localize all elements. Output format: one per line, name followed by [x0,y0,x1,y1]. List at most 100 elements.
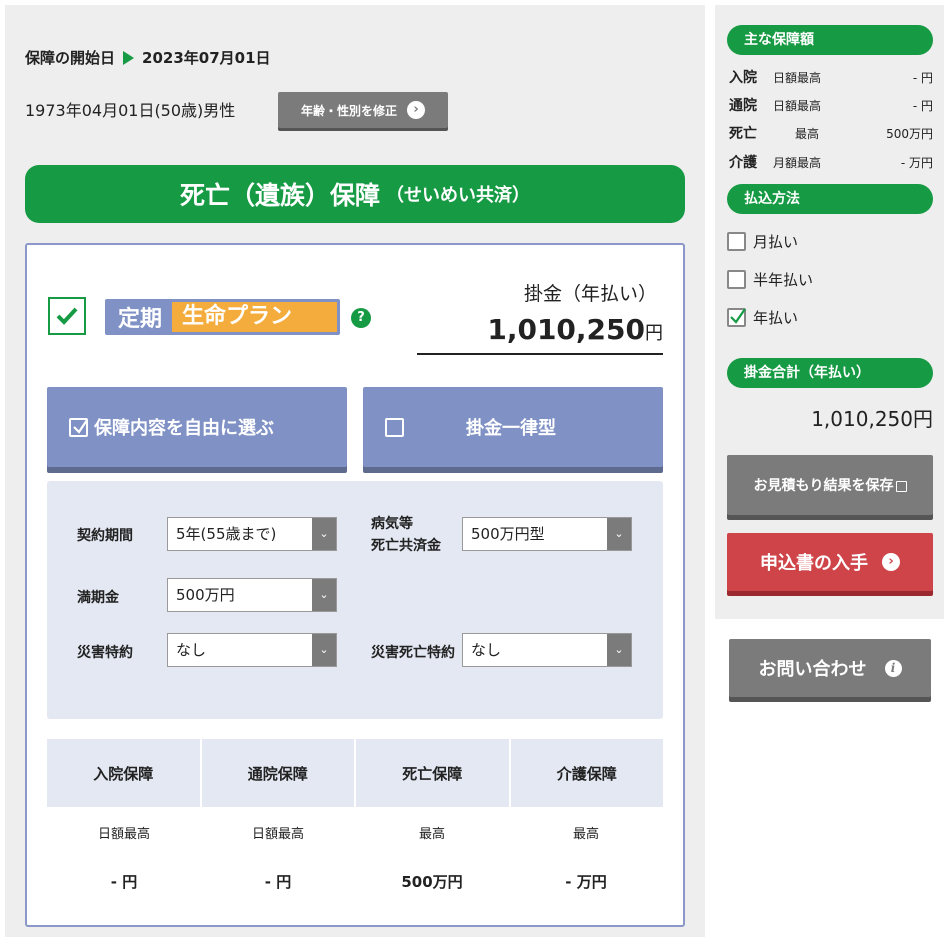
disaster-label: 災害特約 [77,645,133,661]
premium-underline [417,353,663,355]
coverage-header: 入院保障 通院保障 死亡保障 介護保障 [47,739,663,807]
main-coverage-title: 主な保障額 [727,25,933,55]
illness-label-line1: 病気等 [371,516,413,532]
check-icon [56,307,78,325]
coverage-header-cell: 通院保障 [201,739,354,807]
plan-type: 定期 [118,307,163,332]
chevron-down-icon: ⌄ [312,518,336,550]
coverage-values: - 円 - 円 500万円 - 万円 [47,871,663,892]
coverage-subheader: 日額最高 日額最高 最高 最高 [47,823,663,842]
summary-value: 500万円 [886,126,933,141]
disaster-death-select[interactable]: なし ⌄ [462,633,632,667]
illness-select[interactable]: 500万円型 ⌄ [462,517,632,551]
apply-label: 申込書の入手 [760,553,868,574]
summary-type: 日額最高 [773,70,822,85]
check-icon [730,308,746,324]
pay-option-semiannual[interactable]: 半年払い [727,269,813,290]
chevron-right-icon: › [882,553,900,571]
payment-method-title: 払込方法 [727,184,933,214]
play-triangle-icon [123,50,135,65]
start-date-label: 保障の開始日 [25,49,116,67]
total-title: 掛金合計（年払い） [727,358,933,388]
pay-checkbox [727,232,746,251]
coverage-sub-cell: 日額最高 [97,827,150,842]
summary-sidebar: 主な保障額 入院 日額最高 - 円 通院 日額最高 - 円 死亡 最高 500万… [715,5,944,619]
plan-name: 生命プラン [172,302,337,332]
chevron-right-icon: › [407,101,425,119]
edit-age-gender-button[interactable]: 年齢・性別を修正 › [278,92,448,128]
help-icon[interactable]: ? [351,308,371,328]
total-value: 1,010,250円 [811,407,933,431]
illness-select-value: 500万円型 [471,525,545,543]
plan-panel: 定期 生命プラン ? 掛金（年払い） 1,010,250円 保障内容を自由に選ぶ… [25,243,685,927]
illness-label-line2: 死亡共済金 [371,538,441,554]
plan-badge: 定期 生命プラン [105,299,340,335]
term-label: 契約期間 [77,528,133,544]
coverage-value-cell: - 円 [110,873,138,891]
main-panel: 保障の開始日 2023年07月01日 1973年04月01日(50歳)男性 年齢… [5,5,705,937]
save-icon [895,480,907,492]
coverage-sub-cell: 日額最高 [251,827,304,842]
birth-info: 1973年04月01日(50歳)男性 [25,101,236,120]
pay-option-label: 年払い [753,309,799,327]
coverage-sub-cell: 最高 [572,827,599,842]
summary-key: 死亡 [729,126,757,142]
coverage-header-cell: 死亡保障 [356,739,509,807]
summary-type: 月額最高 [773,155,822,170]
coverage-sub-cell: 最高 [418,827,445,842]
summary-key: 介護 [729,155,757,171]
contact-label: お問い合わせ [758,659,867,680]
start-date-row: 保障の開始日 2023年07月01日 [25,47,271,68]
banner-subtitle: （せいめい共済） [386,185,530,206]
chevron-down-icon: ⌄ [607,634,631,666]
chevron-down-icon: ⌄ [607,518,631,550]
summary-value: - 万円 [900,155,933,170]
start-date-value: 2023年07月01日 [142,49,271,67]
chevron-down-icon: ⌄ [312,579,336,611]
pay-option-label: 月払い [753,233,799,251]
free-select-button[interactable]: 保障内容を自由に選ぶ [47,387,347,467]
summary-row: 介護 月額最高 - 万円 [729,152,933,172]
info-icon: i [884,659,902,677]
save-estimate-button[interactable]: お見積もり結果を保存 [727,455,933,515]
term-select[interactable]: 5年(55歳まで) ⌄ [167,517,337,551]
flat-rate-checkbox [385,417,404,437]
disaster-select[interactable]: なし ⌄ [167,633,337,667]
premium-unit: 円 [645,323,663,344]
coverage-header-cell: 介護保障 [510,739,663,807]
chevron-down-icon: ⌄ [312,634,336,666]
pay-checkbox [727,308,746,327]
pay-option-monthly[interactable]: 月払い [727,231,798,252]
disaster-death-select-value: なし [471,641,502,659]
summary-key: 入院 [729,70,757,86]
summary-type: 日額最高 [773,98,822,113]
pay-option-label: 半年払い [753,271,814,289]
pay-checkbox [727,270,746,289]
maturity-label: 満期金 [77,590,119,606]
premium-amount: 1,010,250円 [417,313,663,346]
flat-rate-button[interactable]: 掛金一律型 [363,387,663,467]
save-estimate-label: お見積もり結果を保存 [753,478,894,494]
summary-row: 入院 日額最高 - 円 [729,67,933,87]
maturity-select-value: 500万円 [176,586,235,604]
options-area: 契約期間 5年(55歳まで) ⌄ 病気等 死亡共済金 500万円型 ⌄ 満期金 … [47,481,663,719]
illness-label: 病気等 死亡共済金 [371,513,441,557]
flat-rate-label: 掛金一律型 [466,418,556,439]
coverage-value-cell: - 円 [264,873,292,891]
edit-age-gender-label: 年齢・性別を修正 [300,103,397,118]
free-select-checkbox [69,417,88,437]
summary-row: 死亡 最高 500万円 [729,123,933,143]
check-icon [73,418,88,434]
summary-key: 通院 [729,98,757,114]
plan-checkbox[interactable] [48,297,86,335]
disaster-select-value: なし [176,641,207,659]
summary-value: - 円 [912,70,933,85]
section-banner: 死亡（遺族）保障 （せいめい共済） [25,165,685,223]
apply-button[interactable]: 申込書の入手 › [727,533,933,591]
summary-row: 通院 日額最高 - 円 [729,95,933,115]
maturity-select[interactable]: 500万円 ⌄ [167,578,337,612]
pay-option-annual[interactable]: 年払い [727,307,798,328]
coverage-header-cell: 入院保障 [47,739,200,807]
coverage-value-cell: - 万円 [565,873,607,891]
contact-button[interactable]: お問い合わせ i [729,639,931,697]
